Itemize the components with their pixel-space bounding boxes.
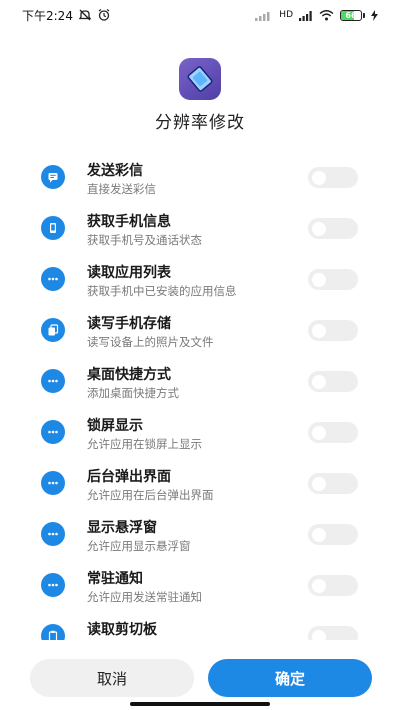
permission-desc: 读写设备上的照片及文件 [87, 335, 214, 349]
signal-icon [255, 10, 273, 21]
permission-title: 获取手机信息 [87, 214, 171, 230]
permission-item-send-mms: 发送彩信 直接发送彩信 [0, 152, 400, 202]
toggle-knob [312, 527, 326, 542]
status-bar: 下午2:24 HD 66 [0, 0, 400, 30]
permission-toggle-floating-window[interactable] [308, 524, 358, 545]
permission-toggle-persistent-notification[interactable] [308, 575, 358, 596]
status-left: 下午2:24 [22, 7, 111, 24]
toggle-knob [312, 323, 326, 338]
permission-title: 常驻通知 [87, 571, 143, 587]
permission-title: 读写手机存储 [87, 316, 171, 332]
more-icon [41, 267, 65, 291]
permission-toggle-shortcut[interactable] [308, 371, 358, 392]
permission-item-lockscreen: 锁屏显示 允许应用在锁屏上显示 [0, 407, 400, 457]
permission-toggle-lockscreen[interactable] [308, 422, 358, 443]
permission-desc: 允许应用在锁屏上显示 [87, 437, 202, 451]
battery-tip [363, 12, 365, 18]
confirm-button[interactable]: 确定 [208, 659, 372, 697]
permission-title: 显示悬浮窗 [87, 520, 157, 536]
permission-desc: 直接发送彩信 [87, 182, 156, 196]
more-icon [41, 471, 65, 495]
network-type: HD [279, 10, 293, 20]
permission-list: 发送彩信 直接发送彩信 获取手机信息 获取手机号及通话状态 读取应用列表 获取手… [0, 150, 400, 640]
more-icon [41, 369, 65, 393]
app-logo-icon [179, 58, 221, 100]
permission-item-phone-info: 获取手机信息 获取手机号及通话状态 [0, 203, 400, 253]
toggle-knob [312, 272, 326, 287]
battery-icon: 66 [340, 9, 365, 21]
clipboard-icon [41, 624, 65, 640]
phone-info-icon [41, 216, 65, 240]
status-right: HD 66 [255, 9, 378, 21]
toggle-knob [312, 629, 326, 640]
status-time: 下午2:24 [22, 8, 73, 23]
permission-title: 发送彩信 [87, 163, 143, 179]
permission-toggle-background-popup[interactable] [308, 473, 358, 494]
permission-desc: 允许应用在后台弹出界面 [87, 488, 214, 502]
permission-title: 锁屏显示 [87, 418, 143, 434]
permission-desc: 允许应用显示悬浮窗 [87, 539, 191, 553]
wifi-icon [319, 9, 334, 21]
permission-toggle-app-list[interactable] [308, 269, 358, 290]
battery-body: 66 [340, 9, 362, 21]
alarm-icon [97, 8, 111, 22]
permission-toggle-send-mms[interactable] [308, 167, 358, 188]
permission-title: 读取剪切板 [87, 622, 157, 638]
more-icon [41, 420, 65, 444]
permission-title: 读取应用列表 [87, 265, 171, 281]
permission-item-floating-window: 显示悬浮窗 允许应用显示悬浮窗 [0, 509, 400, 559]
signal-icon-2 [299, 10, 313, 21]
storage-icon [41, 318, 65, 342]
permission-title: 桌面快捷方式 [87, 367, 171, 383]
toggle-knob [312, 476, 326, 491]
battery-level: 66 [345, 10, 357, 20]
cancel-button[interactable]: 取消 [30, 659, 194, 697]
charging-icon [371, 9, 378, 21]
permission-item-app-list: 读取应用列表 获取手机中已安装的应用信息 [0, 254, 400, 304]
permission-item-shortcut: 桌面快捷方式 添加桌面快捷方式 [0, 356, 400, 406]
permission-item-storage: 读写手机存储 读写设备上的照片及文件 [0, 305, 400, 355]
permission-toggle-clipboard[interactable] [308, 626, 358, 640]
permission-desc: 获取手机中已安装的应用信息 [87, 284, 237, 298]
toggle-knob [312, 221, 326, 236]
permission-desc: 允许应用发送常驻通知 [87, 590, 202, 604]
message-icon [41, 165, 65, 189]
permission-title: 后台弹出界面 [87, 469, 171, 485]
more-icon [41, 522, 65, 546]
app-header: 分辨率修改 [0, 58, 400, 133]
mute-icon [78, 8, 92, 22]
more-icon [41, 573, 65, 597]
bottom-bar: 取消 确定 [0, 659, 400, 699]
permission-item-background-popup: 后台弹出界面 允许应用在后台弹出界面 [0, 458, 400, 508]
toggle-knob [312, 425, 326, 440]
permission-desc: 添加桌面快捷方式 [87, 386, 179, 400]
app-title: 分辨率修改 [155, 113, 245, 133]
permission-item-clipboard: 读取剪切板 [0, 611, 400, 640]
home-indicator [130, 702, 270, 706]
permission-toggle-phone-info[interactable] [308, 218, 358, 239]
permission-desc: 获取手机号及通话状态 [87, 233, 202, 247]
toggle-knob [312, 374, 326, 389]
toggle-knob [312, 578, 326, 593]
permission-toggle-storage[interactable] [308, 320, 358, 341]
toggle-knob [312, 170, 326, 185]
permission-item-persistent-notification: 常驻通知 允许应用发送常驻通知 [0, 560, 400, 610]
